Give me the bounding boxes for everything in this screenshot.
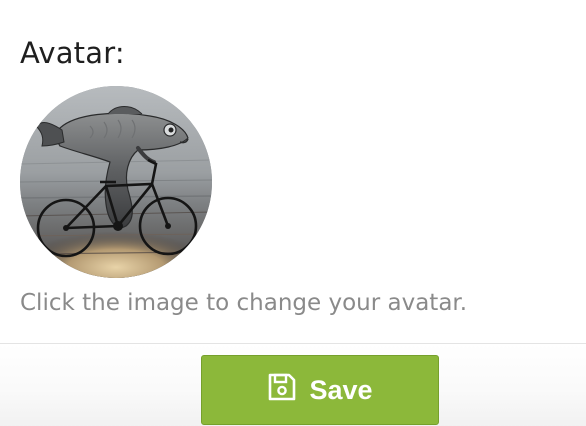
- avatar-heading: Avatar:: [20, 36, 125, 70]
- avatar-image-button[interactable]: [20, 86, 212, 278]
- avatar-hint-text: Click the image to change your avatar.: [20, 290, 468, 316]
- save-button-label: Save: [309, 374, 373, 405]
- save-button[interactable]: Save: [201, 355, 439, 425]
- avatar-image: [20, 86, 212, 278]
- avatar-settings-page: Avatar: Click the image to change your a…: [0, 0, 586, 426]
- floppy-disk-icon: [267, 372, 297, 402]
